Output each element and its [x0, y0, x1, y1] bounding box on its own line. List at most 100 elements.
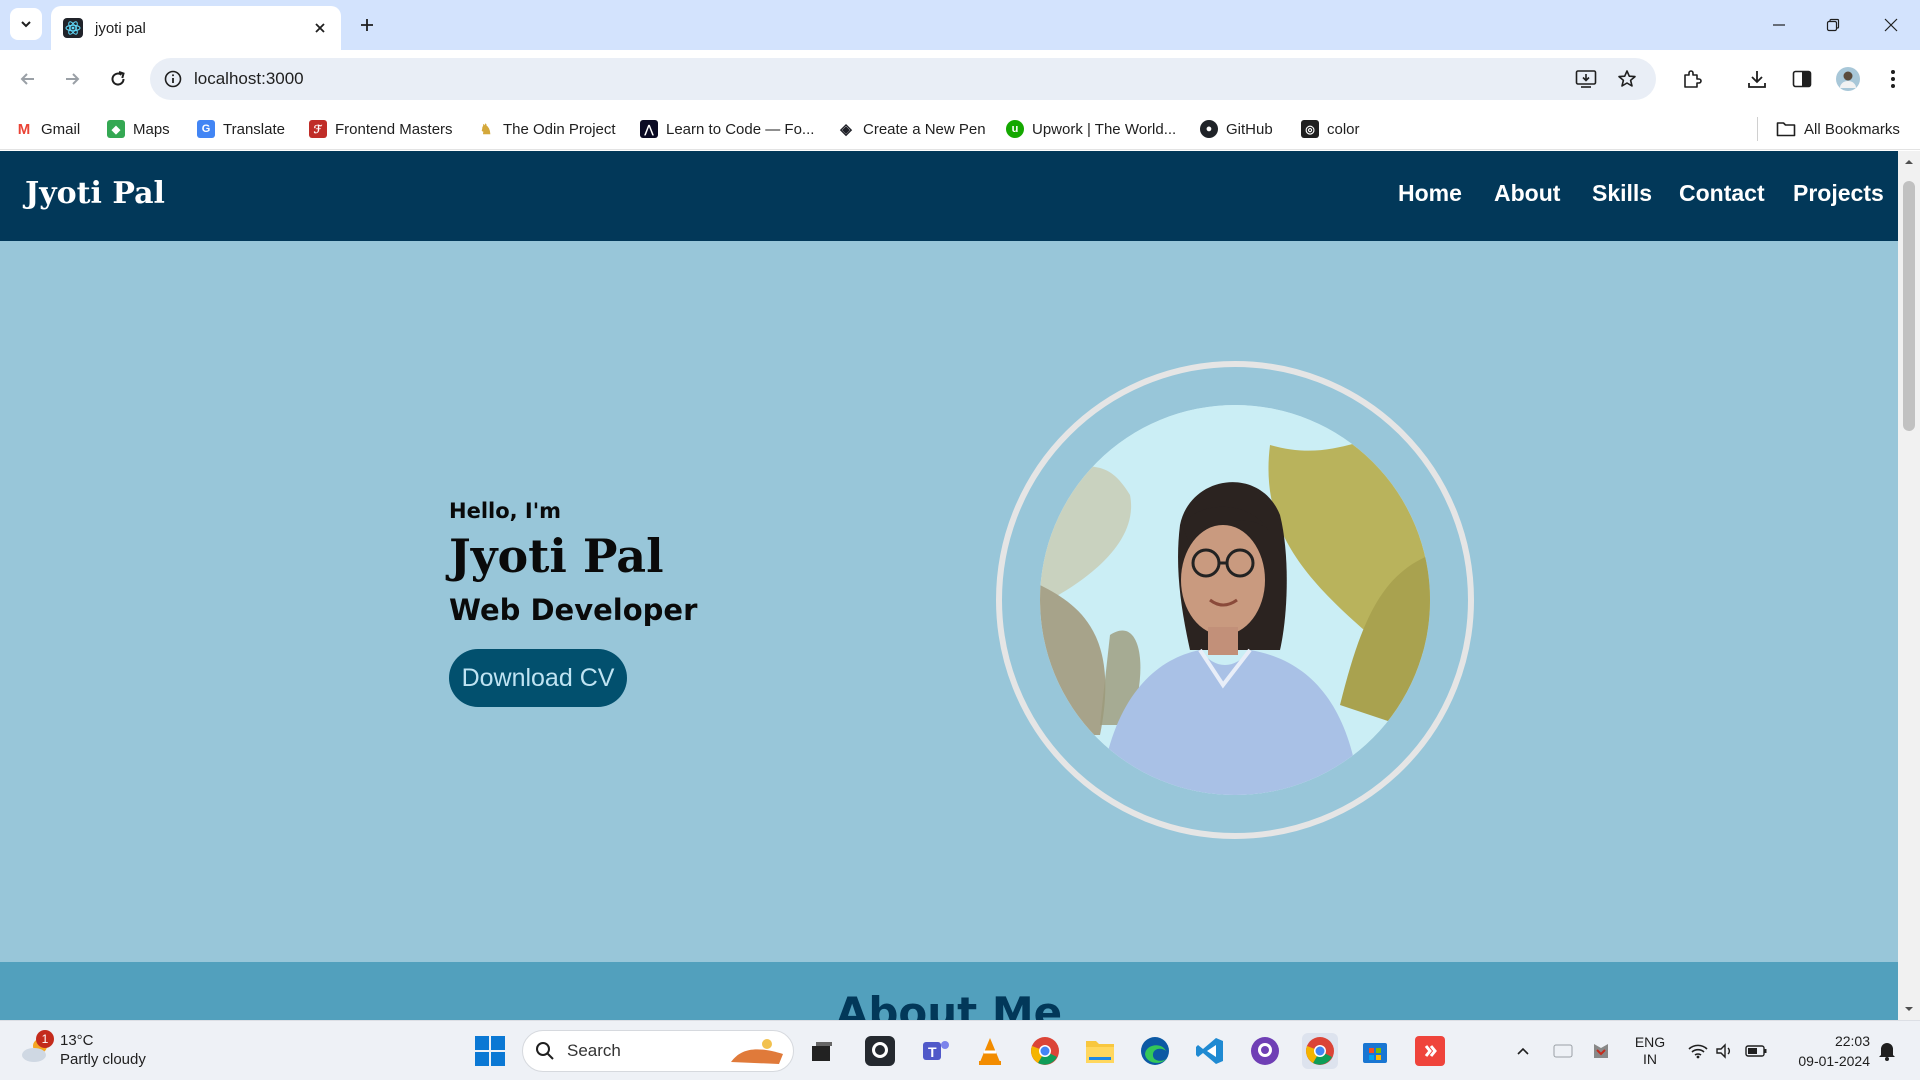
battery-icon[interactable]	[1743, 1021, 1769, 1080]
tray-overflow-icon[interactable]	[1510, 1021, 1536, 1080]
antivirus-tray-icon[interactable]	[1588, 1021, 1614, 1080]
site-info-icon[interactable]	[164, 70, 182, 88]
nav-about[interactable]: About	[1494, 180, 1560, 207]
close-icon	[1884, 18, 1898, 32]
scroll-down-icon[interactable]	[1898, 1002, 1920, 1016]
address-bar[interactable]: localhost:3000	[150, 58, 1656, 100]
chrome-icon[interactable]	[1027, 1033, 1063, 1069]
weather-badge: 1	[36, 1030, 54, 1048]
file-explorer-icon[interactable]	[1082, 1033, 1118, 1069]
tab-search-button[interactable]	[10, 8, 42, 40]
bookmark-label: Learn to Code — Fo...	[666, 120, 815, 138]
browser-tab-active[interactable]: jyoti pal	[51, 6, 341, 50]
bookmark-label: GitHub	[1226, 120, 1273, 138]
bookmark-label: Maps	[133, 120, 170, 138]
back-button[interactable]	[13, 64, 43, 94]
chrome-active-icon[interactable]	[1302, 1033, 1338, 1069]
react-favicon-icon	[63, 18, 83, 38]
clock[interactable]: 22:03 09-01-2024	[1778, 1021, 1870, 1080]
lang-bottom: IN	[1643, 1051, 1657, 1067]
bookmark-star-icon[interactable]	[1612, 64, 1642, 94]
about-title: About Me	[835, 988, 1063, 1020]
vscode-icon[interactable]	[1192, 1033, 1228, 1069]
bookmark-translate[interactable]: G Translate	[197, 117, 285, 141]
weather-widget[interactable]: 1 13°C Partly cloudy	[20, 1030, 146, 1069]
hero-section	[0, 241, 1898, 962]
extensions-icon[interactable]	[1677, 64, 1707, 94]
task-view-icon[interactable]	[804, 1033, 840, 1069]
bookmark-label: Create a New Pen	[863, 120, 986, 138]
new-tab-button[interactable]	[353, 11, 381, 39]
arrow-left-icon	[20, 73, 34, 85]
wifi-icon[interactable]	[1685, 1021, 1711, 1080]
bookmark-freecodecamp[interactable]: ⋀ Learn to Code — Fo...	[640, 117, 814, 141]
bookmark-label: Frontend Masters	[335, 120, 453, 138]
github-desktop-icon[interactable]	[862, 1033, 898, 1069]
bookmark-frontend-masters[interactable]: ℱ Frontend Masters	[309, 117, 453, 141]
translate-icon: G	[197, 120, 215, 138]
about-section: About Me	[0, 962, 1898, 1020]
nav-projects[interactable]: Projects	[1793, 180, 1884, 207]
all-bookmarks-button[interactable]: All Bookmarks	[1757, 117, 1900, 141]
microsoft-store-icon[interactable]	[1357, 1033, 1393, 1069]
profile-avatar[interactable]	[1833, 64, 1863, 94]
downloads-icon[interactable]	[1742, 64, 1772, 94]
search-icon	[536, 1042, 554, 1060]
maps-icon: ◆	[107, 120, 125, 138]
bookmark-maps[interactable]: ◆ Maps	[107, 117, 170, 141]
search-highlight-icon	[731, 1039, 783, 1064]
install-app-icon[interactable]	[1571, 64, 1601, 94]
reload-icon	[111, 71, 125, 86]
tab-close-icon[interactable]	[311, 19, 329, 37]
bookmark-upwork[interactable]: u Upwork | The World...	[1006, 117, 1176, 141]
windows-taskbar: 1 13°C Partly cloudy Search T ENG IN 22:…	[0, 1020, 1920, 1080]
arrow-right-icon	[66, 73, 80, 85]
hero-role: Web Developer	[449, 593, 698, 627]
bookmark-color[interactable]: ◎ color	[1301, 117, 1360, 141]
taskbar-search[interactable]: Search	[522, 1030, 794, 1072]
profile-photo	[1040, 405, 1430, 795]
freecodecamp-icon: ⋀	[640, 120, 658, 138]
download-cv-button[interactable]: Download CV	[449, 649, 627, 707]
weather-temp: 13°C	[60, 1032, 94, 1049]
close-window-button[interactable]	[1864, 0, 1918, 50]
bookmark-codepen[interactable]: ◈ Create a New Pen	[837, 117, 986, 141]
nav-home[interactable]: Home	[1398, 180, 1462, 207]
notification-bell-icon[interactable]	[1872, 1021, 1902, 1080]
browser-toolbar: localhost:3000	[0, 50, 1920, 108]
svg-text:T: T	[928, 1044, 937, 1060]
weather-cloud-icon: 1	[20, 1030, 54, 1066]
bookmarks-bar: M Gmail ◆ Maps G Translate ℱ Frontend Master…	[0, 108, 1920, 150]
url-text[interactable]: localhost:3000	[194, 69, 304, 89]
vlc-icon[interactable]	[972, 1033, 1008, 1069]
hero-greeting: Hello, I'm	[449, 499, 562, 523]
edge-icon[interactable]	[1137, 1033, 1173, 1069]
restore-button[interactable]	[1806, 0, 1860, 50]
bookmark-odin-project[interactable]: ♞ The Odin Project	[477, 117, 616, 141]
odin-project-icon: ♞	[477, 120, 495, 138]
site-brand[interactable]: Jyoti Pal	[25, 176, 165, 211]
page-scrollbar[interactable]	[1898, 151, 1920, 1020]
volume-icon[interactable]	[1712, 1021, 1738, 1080]
minimize-button[interactable]	[1752, 0, 1806, 50]
scroll-up-icon[interactable]	[1898, 155, 1920, 169]
reload-button[interactable]	[103, 64, 133, 94]
language-indicator[interactable]: ENG IN	[1628, 1021, 1672, 1080]
site-navbar: Jyoti Pal Home About Skills Contact Proj…	[0, 151, 1898, 241]
scrollbar-thumb[interactable]	[1903, 181, 1915, 431]
clock-time: 22:03	[1834, 1033, 1870, 1049]
nav-contact[interactable]: Contact	[1679, 180, 1765, 207]
bookmark-label: The Odin Project	[503, 120, 616, 138]
start-button[interactable]	[474, 1035, 506, 1067]
side-panel-icon[interactable]	[1787, 64, 1817, 94]
input-indicator-icon[interactable]	[1550, 1021, 1576, 1080]
forward-button[interactable]	[57, 64, 87, 94]
teams-icon[interactable]: T	[918, 1033, 954, 1069]
nav-skills[interactable]: Skills	[1592, 180, 1652, 207]
browser-menu-icon[interactable]	[1878, 64, 1908, 94]
bookmark-github[interactable]: ● GitHub	[1200, 117, 1273, 141]
taskbar-search-label: Search	[567, 1041, 621, 1060]
bookmark-gmail[interactable]: M Gmail	[15, 117, 80, 141]
github-copilot-icon[interactable]	[1247, 1033, 1283, 1069]
anydesk-icon[interactable]	[1412, 1033, 1448, 1069]
